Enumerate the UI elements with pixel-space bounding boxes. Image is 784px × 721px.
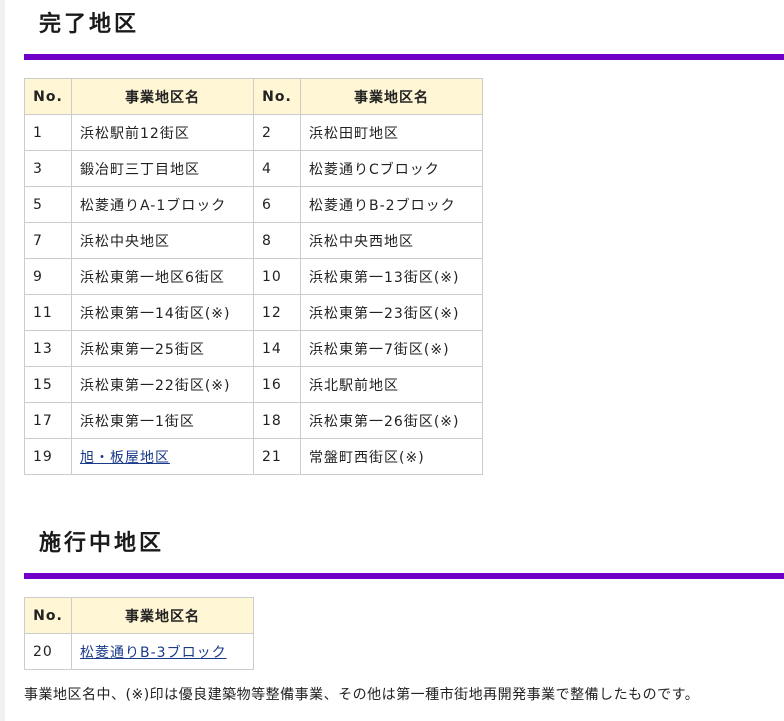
table-row: 11 浜松東第一14街区(※) 12 浜松東第一23街区(※) — [24, 294, 483, 331]
district-no: 16 — [253, 366, 301, 403]
district-name: 浜松田町地区 — [300, 114, 483, 151]
district-name: 鍛冶町三丁目地区 — [71, 150, 254, 187]
district-no: 4 — [253, 150, 301, 187]
district-name: 浜松駅前12街区 — [71, 114, 254, 151]
district-no: 11 — [24, 294, 72, 331]
district-name-cell: 旭・板屋地区 — [71, 438, 254, 475]
district-name: 浜松東第一7街区(※) — [300, 330, 483, 367]
district-no: 3 — [24, 150, 72, 187]
district-no: 21 — [253, 438, 301, 475]
completed-districts-table: No. 事業地区名 No. 事業地区名 1 浜松駅前12街区 2 浜松田町地区 … — [24, 78, 483, 475]
page: 完了地区 No. 事業地区名 No. 事業地区名 1 浜松駅前12街区 2 浜松… — [0, 0, 784, 721]
district-no: 6 — [253, 186, 301, 223]
district-link-asahi-itaya[interactable]: 旭・板屋地区 — [80, 450, 170, 466]
district-name: 浜北駅前地区 — [300, 366, 483, 403]
table-row: 5 松菱通りA-1ブロック 6 松菱通りB-2ブロック — [24, 186, 483, 223]
district-no: 10 — [253, 258, 301, 295]
district-no: 12 — [253, 294, 301, 331]
district-name: 松菱通りA-1ブロック — [71, 186, 254, 223]
district-no: 19 — [24, 438, 72, 475]
footnote: 事業地区名中、(※)印は優良建築物等整備事業、その他は第一種市街地再開発事業で整… — [24, 687, 700, 703]
table-row: 15 浜松東第一22街区(※) 16 浜北駅前地区 — [24, 366, 483, 403]
district-no: 2 — [253, 114, 301, 151]
completed-section-divider — [24, 54, 784, 60]
district-no: 5 — [24, 186, 72, 223]
table-row: 17 浜松東第一1街区 18 浜松東第一26街区(※) — [24, 402, 483, 439]
district-no: 9 — [24, 258, 72, 295]
table-row: 20 松菱通りB-3ブロック — [24, 633, 254, 670]
district-link-matsubishi-b3[interactable]: 松菱通りB-3ブロック — [80, 645, 227, 661]
district-no: 14 — [253, 330, 301, 367]
district-no: 18 — [253, 402, 301, 439]
column-header-no: No. — [24, 597, 72, 634]
column-header-no: No. — [253, 78, 301, 115]
district-name: 浜松東第一23街区(※) — [300, 294, 483, 331]
table-header-row: No. 事業地区名 No. 事業地区名 — [24, 78, 483, 115]
in-progress-section-title: 施行中地区 — [39, 531, 165, 556]
table-row: 9 浜松東第一地区6街区 10 浜松東第一13街区(※) — [24, 258, 483, 295]
district-name: 松菱通りB-2ブロック — [300, 186, 483, 223]
table-row: 3 鍛冶町三丁目地区 4 松菱通りCブロック — [24, 150, 483, 187]
column-header-no: No. — [24, 78, 72, 115]
district-name: 浜松東第一地区6街区 — [71, 258, 254, 295]
column-header-name: 事業地区名 — [300, 78, 483, 115]
district-no: 7 — [24, 222, 72, 259]
column-header-name: 事業地区名 — [71, 597, 254, 634]
table-row: 13 浜松東第一25街区 14 浜松東第一7街区(※) — [24, 330, 483, 367]
table-row: 1 浜松駅前12街区 2 浜松田町地区 — [24, 114, 483, 151]
district-name: 浜松東第一25街区 — [71, 330, 254, 367]
column-header-name: 事業地区名 — [71, 78, 254, 115]
district-name: 浜松東第一1街区 — [71, 402, 254, 439]
left-margin-rule — [0, 0, 5, 721]
district-no: 8 — [253, 222, 301, 259]
district-name: 浜松東第一14街区(※) — [71, 294, 254, 331]
district-name: 浜松中央西地区 — [300, 222, 483, 259]
district-no: 13 — [24, 330, 72, 367]
district-name: 松菱通りCブロック — [300, 150, 483, 187]
district-name: 浜松東第一26街区(※) — [300, 402, 483, 439]
table-row: 7 浜松中央地区 8 浜松中央西地区 — [24, 222, 483, 259]
district-no: 15 — [24, 366, 72, 403]
table-header-row: No. 事業地区名 — [24, 597, 254, 634]
district-name: 常盤町西街区(※) — [300, 438, 483, 475]
table-row: 19 旭・板屋地区 21 常盤町西街区(※) — [24, 438, 483, 475]
district-name: 浜松中央地区 — [71, 222, 254, 259]
in-progress-districts-table: No. 事業地区名 20 松菱通りB-3ブロック — [24, 597, 254, 670]
district-no: 1 — [24, 114, 72, 151]
completed-section-title: 完了地区 — [39, 12, 140, 37]
district-no: 20 — [24, 633, 72, 670]
district-no: 17 — [24, 402, 72, 439]
in-progress-section-divider — [24, 573, 784, 579]
district-name: 浜松東第一22街区(※) — [71, 366, 254, 403]
district-name-cell: 松菱通りB-3ブロック — [71, 633, 254, 670]
district-name: 浜松東第一13街区(※) — [300, 258, 483, 295]
